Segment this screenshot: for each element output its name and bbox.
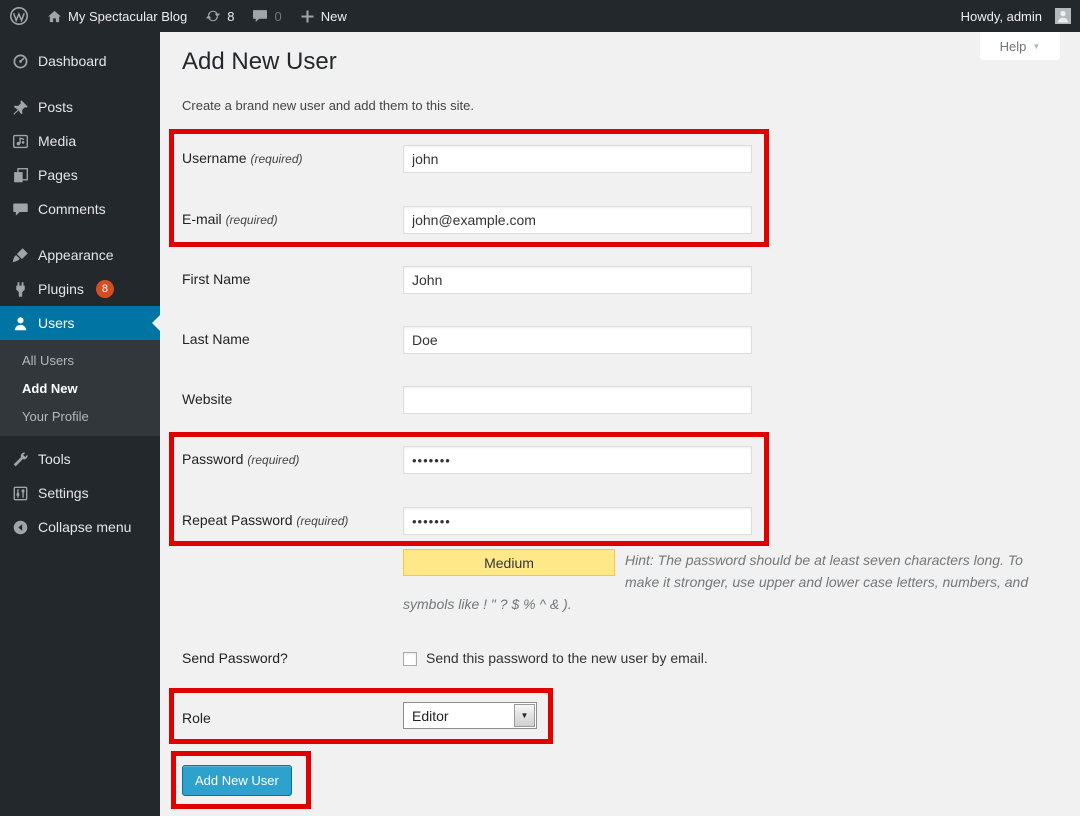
email-input[interactable] [403, 206, 752, 234]
plug-icon [10, 279, 30, 299]
user-icon [10, 313, 30, 333]
comments-bubble-icon [252, 9, 268, 23]
submenu-item-label: Your Profile [22, 409, 89, 424]
wordpress-logo-icon [9, 6, 29, 26]
menu-separator [0, 226, 160, 238]
help-button[interactable]: Help ▼ [980, 32, 1060, 60]
wrench-icon [10, 449, 30, 469]
comment-count: 0 [274, 9, 281, 24]
first-name-input[interactable] [403, 266, 752, 294]
howdy-label: Howdy, admin [961, 9, 1042, 24]
sidebar-item-label: Appearance [38, 247, 114, 263]
sidebar-item-media[interactable]: Media [0, 124, 160, 158]
sidebar-item-label: Media [38, 133, 76, 149]
page-subtitle: Create a brand new user and add them to … [182, 98, 474, 113]
comment-bubble-icon [10, 199, 30, 219]
home-icon [47, 9, 62, 24]
password-label: Password (required) [182, 451, 299, 467]
sidebar-item-label: Comments [38, 201, 106, 217]
password-hint-area: Medium Hint: The password should be at l… [403, 549, 1048, 615]
new-label: New [321, 9, 347, 24]
wordpress-menu-button[interactable] [0, 0, 38, 32]
sidebar-item-label: Tools [38, 451, 71, 467]
sidebar-item-appearance[interactable]: Appearance [0, 238, 160, 272]
sidebar-item-pages[interactable]: Pages [0, 158, 160, 192]
email-label: E-mail (required) [182, 211, 278, 227]
admin-bar: My Spectacular Blog 8 0 New Howdy, admin [0, 0, 1080, 32]
sidebar-item-settings[interactable]: Settings [0, 476, 160, 510]
add-new-user-button[interactable]: Add New User [182, 765, 292, 796]
avatar [1055, 8, 1071, 24]
send-password-label: Send Password? [182, 650, 288, 666]
role-selected-value: Editor [404, 703, 513, 728]
users-submenu: All Users Add New Your Profile [0, 340, 160, 436]
submenu-item-label: Add New [22, 381, 78, 396]
site-name-label: My Spectacular Blog [68, 9, 187, 24]
main-content: Help ▼ Add New User Create a brand new u… [160, 32, 1080, 816]
sidebar-item-dashboard[interactable]: Dashboard [0, 44, 160, 78]
sidebar-item-label: Users [38, 315, 75, 331]
role-select[interactable]: Editor ▼ [403, 702, 537, 729]
role-label: Role [182, 710, 211, 726]
role-chevron-down-icon[interactable]: ▼ [514, 704, 535, 727]
site-name-button[interactable]: My Spectacular Blog [38, 0, 196, 32]
dashboard-icon [10, 51, 30, 71]
sidebar-item-label: Posts [38, 99, 73, 115]
sidebar-item-collapse-menu[interactable]: Collapse menu [0, 510, 160, 544]
comments-button[interactable]: 0 [243, 0, 290, 32]
updates-button[interactable]: 8 [196, 0, 243, 32]
submenu-item-your-profile[interactable]: Your Profile [0, 402, 160, 430]
help-chevron-down-icon: ▼ [1032, 42, 1040, 51]
sidebar-item-comments[interactable]: Comments [0, 192, 160, 226]
username-input[interactable] [403, 145, 752, 173]
website-label: Website [182, 391, 232, 407]
help-label: Help [1000, 39, 1027, 54]
new-content-button[interactable]: New [291, 0, 356, 32]
sidebar-item-label: Pages [38, 167, 78, 183]
password-strength-meter: Medium [403, 549, 615, 576]
admin-sidebar: Dashboard Posts Media Pages Comments [0, 32, 160, 816]
plus-icon [300, 9, 315, 24]
sidebar-item-label: Collapse menu [38, 519, 131, 535]
last-name-input[interactable] [403, 326, 752, 354]
plugins-update-badge: 8 [96, 280, 114, 298]
submenu-item-add-new[interactable]: Add New [0, 374, 160, 402]
website-input[interactable] [403, 386, 752, 414]
updates-icon [205, 8, 221, 24]
collapse-arrow-icon [10, 517, 30, 537]
sidebar-item-tools[interactable]: Tools [0, 442, 160, 476]
repeat-password-input[interactable] [403, 507, 752, 535]
submenu-item-all-users[interactable]: All Users [0, 346, 160, 374]
sidebar-item-label: Plugins [38, 281, 84, 297]
pages-icon [10, 165, 30, 185]
my-account-button[interactable]: Howdy, admin [952, 0, 1080, 32]
page-title: Add New User [182, 48, 337, 76]
password-input[interactable] [403, 446, 752, 474]
last-name-label: Last Name [182, 331, 250, 347]
username-label: Username (required) [182, 150, 303, 166]
sidebar-item-users[interactable]: Users [0, 306, 160, 340]
sidebar-item-plugins[interactable]: Plugins 8 [0, 272, 160, 306]
sidebar-item-label: Dashboard [38, 53, 107, 69]
menu-separator [0, 78, 160, 90]
sidebar-item-posts[interactable]: Posts [0, 90, 160, 124]
submenu-item-label: All Users [22, 353, 74, 368]
settings-sliders-icon [10, 483, 30, 503]
send-password-checkbox-label[interactable]: Send this password to the new user by em… [426, 650, 708, 666]
repeat-password-label: Repeat Password (required) [182, 512, 348, 528]
pushpin-icon [10, 97, 30, 117]
media-icon [10, 131, 30, 151]
update-count: 8 [227, 9, 234, 24]
sidebar-item-label: Settings [38, 485, 89, 501]
paintbrush-icon [10, 245, 30, 265]
first-name-label: First Name [182, 271, 250, 287]
send-password-checkbox[interactable] [403, 652, 417, 666]
